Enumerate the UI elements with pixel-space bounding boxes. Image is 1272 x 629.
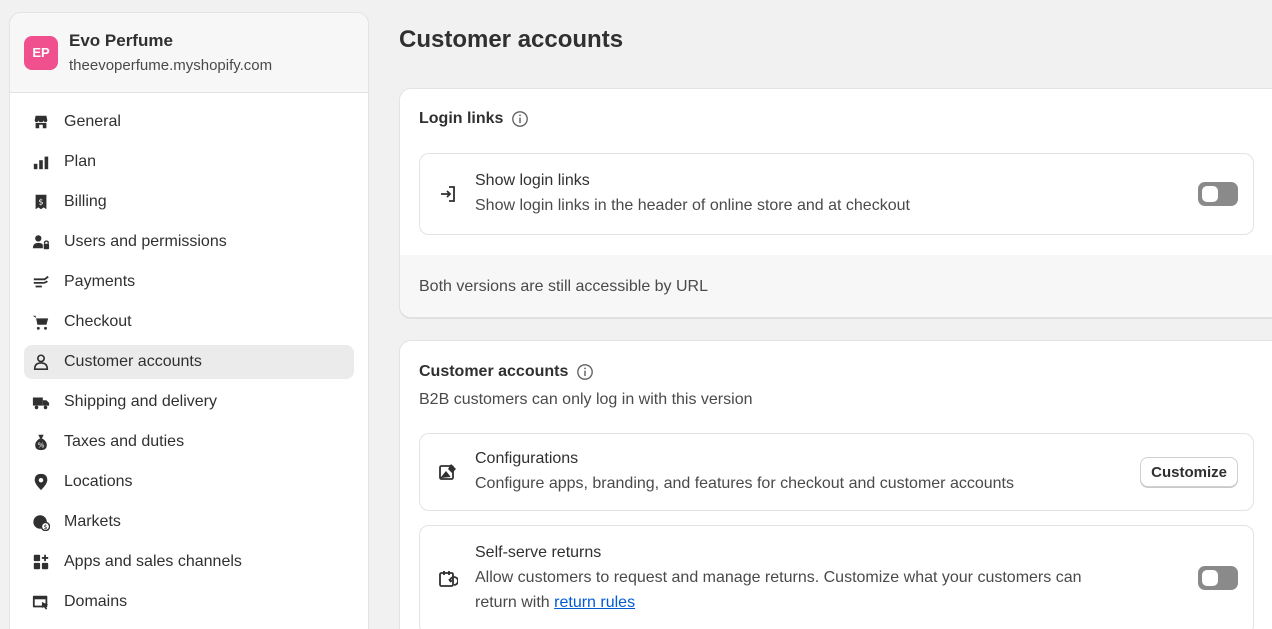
sidebar-item-plan[interactable]: Plan: [24, 145, 354, 179]
users-lock-icon: [32, 233, 50, 251]
sidebar-item-label: Shipping and delivery: [64, 393, 217, 410]
configurations-title: Configurations: [475, 450, 579, 467]
show-login-links-row: Show login links Show login links in the…: [419, 153, 1254, 235]
login-links-heading: Login links: [419, 110, 504, 127]
sidebar-item-payments[interactable]: Payments: [24, 265, 354, 299]
store-header[interactable]: EP Evo Perfume theevoperfume.myshopify.c…: [10, 13, 368, 93]
sidebar-item-label: Apps and sales channels: [64, 553, 242, 570]
sidebar-item-label: Payments: [64, 273, 136, 290]
sidebar-item-label: Locations: [64, 473, 133, 490]
sidebar-item-label: Users and permissions: [64, 233, 227, 250]
returns-icon: [439, 571, 458, 587]
self-serve-returns-row: Self-serve returns Allow customers to re…: [419, 525, 1254, 629]
sidebar-item-users[interactable]: Users and permissions: [24, 225, 354, 259]
return-rules-link[interactable]: return rules: [554, 594, 635, 611]
sidebar-item-label: Taxes and duties: [64, 433, 185, 450]
svg-text:%: %: [38, 440, 45, 449]
sidebar-item-label: Customer accounts: [64, 353, 202, 370]
customer-accounts-card: Customer accounts B2B customers can only…: [399, 340, 1272, 629]
customer-accounts-heading-row: Customer accounts: [419, 363, 594, 381]
self-serve-returns-title: Self-serve returns: [475, 544, 602, 561]
sidebar-item-domains[interactable]: Domains: [24, 585, 354, 619]
store-icon: [32, 113, 50, 131]
login-arrow-icon: [441, 186, 455, 202]
store-name: Evo Perfume: [69, 31, 173, 50]
customize-button[interactable]: Customize: [1140, 457, 1238, 487]
apps-icon: [32, 553, 50, 571]
sidebar-item-label: General: [64, 113, 121, 130]
payments-hand-icon: [32, 273, 50, 291]
self-serve-returns-desc-line2: return with return rules: [475, 590, 1082, 615]
receipt-icon: $: [32, 193, 50, 211]
sidebar-item-label: Checkout: [64, 313, 132, 330]
self-serve-returns-desc-line1: Allow customers to request and manage re…: [475, 569, 1082, 586]
page-title: Customer accounts: [399, 26, 624, 53]
store-avatar: EP: [24, 35, 58, 70]
sidebar-item-customer-accounts[interactable]: Customer accounts: [24, 345, 354, 379]
settings-sidebar: EP Evo Perfume theevoperfume.myshopify.c…: [9, 12, 369, 629]
settings-nav: General Plan $ Billing Users and permiss…: [10, 93, 368, 619]
show-login-links-title: Show login links: [475, 172, 590, 189]
sidebar-item-apps[interactable]: Apps and sales channels: [24, 545, 354, 579]
svg-text:$: $: [43, 524, 47, 531]
store-domain: theevoperfume.myshopify.com: [69, 57, 273, 74]
image-edit-icon: [439, 464, 456, 480]
domains-icon: [32, 593, 50, 611]
sidebar-item-shipping[interactable]: Shipping and delivery: [24, 385, 354, 419]
self-serve-returns-desc: Allow customers to request and manage re…: [475, 565, 1082, 615]
info-icon[interactable]: [511, 110, 529, 128]
sidebar-item-label: Markets: [64, 513, 121, 530]
sidebar-item-taxes[interactable]: % Taxes and duties: [24, 425, 354, 459]
login-links-footer-text: Both versions are still accessible by UR…: [419, 278, 709, 295]
tax-bag-icon: %: [32, 433, 50, 451]
svg-text:$: $: [38, 197, 43, 207]
show-login-links-toggle[interactable]: [1198, 182, 1238, 206]
sidebar-item-label: Plan: [64, 153, 97, 170]
show-login-links-desc: Show login links in the header of online…: [475, 197, 910, 214]
sidebar-item-checkout[interactable]: Checkout: [24, 305, 354, 339]
truck-icon: [32, 393, 50, 411]
login-links-heading-row: Login links: [419, 110, 529, 128]
info-icon[interactable]: [576, 363, 594, 381]
configurations-desc: Configure apps, branding, and features f…: [475, 475, 1014, 492]
globe-dollar-icon: $: [32, 513, 50, 531]
login-links-footer: Both versions are still accessible by UR…: [400, 255, 1272, 317]
sidebar-item-billing[interactable]: $ Billing: [24, 185, 354, 219]
sidebar-item-label: Domains: [64, 593, 128, 610]
customer-accounts-heading: Customer accounts: [419, 363, 569, 380]
person-icon: [32, 353, 50, 371]
sidebar-item-label: Billing: [64, 193, 107, 210]
sidebar-item-general[interactable]: General: [24, 105, 354, 139]
sidebar-item-markets[interactable]: $ Markets: [24, 505, 354, 539]
customer-accounts-subtitle: B2B customers can only log in with this …: [419, 391, 753, 408]
location-pin-icon: [32, 473, 50, 491]
cart-icon: [32, 313, 50, 331]
self-serve-returns-desc-prefix: return with: [475, 594, 555, 611]
login-links-card: Login links Show login links Show login …: [399, 88, 1272, 318]
self-serve-returns-toggle[interactable]: [1198, 566, 1238, 590]
sidebar-item-locations[interactable]: Locations: [24, 465, 354, 499]
plan-icon: [32, 153, 50, 171]
configurations-row: Configurations Configure apps, branding,…: [419, 433, 1254, 511]
